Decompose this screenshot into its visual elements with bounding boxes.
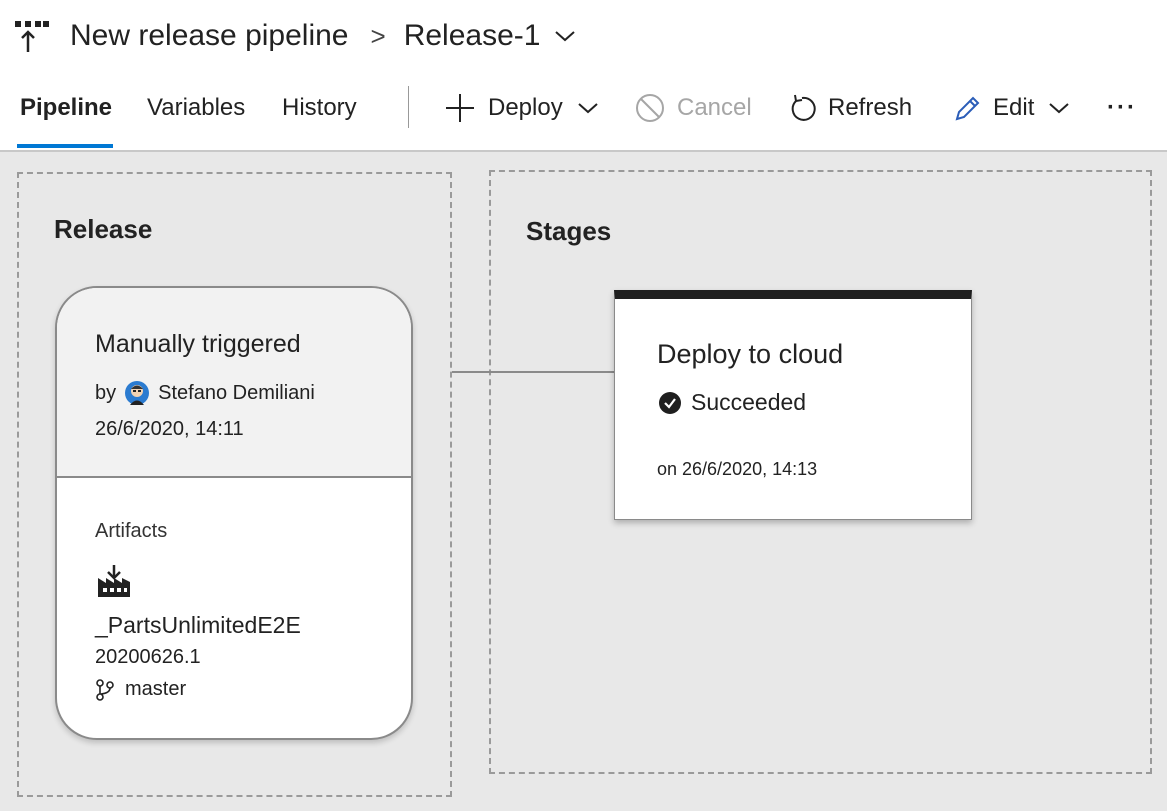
stages-section-title: Stages [526,216,612,246]
tab-variables[interactable]: Variables [147,94,245,122]
branch-name: master [125,678,187,700]
tab-pipeline[interactable]: Pipeline [20,94,112,122]
avatar [125,381,150,405]
refresh-icon [791,94,816,121]
edit-label: Edit [993,94,1035,121]
cancel-button[interactable]: Cancel [635,88,752,128]
refresh-button[interactable]: Refresh [788,88,912,128]
release-card[interactable]: Manually triggered by Stefano Demiliani … [55,286,413,740]
chevron-down-icon[interactable] [554,29,576,43]
pipeline-canvas: Release Stages Manually triggered by Ste… [0,150,1167,811]
cancel-label: Cancel [677,94,752,121]
artifact-branch: master [95,678,186,701]
status-label: Succeeded [691,389,807,415]
stage-card-deploy-to-cloud[interactable]: Deploy to cloud Succeeded on 26/6/2020, … [614,290,972,520]
chevron-down-icon [1049,103,1070,114]
check-circle-icon [659,391,681,414]
stage-name: Deploy to cloud [657,339,844,369]
more-icon: ··· [1107,94,1137,121]
more-options-button[interactable]: ··· [1107,88,1137,128]
user-name[interactable]: Stefano Demiliani [158,382,315,405]
artifact-name[interactable]: _PartsUnlimitedE2E [95,612,301,639]
tab-history[interactable]: History [282,94,357,122]
pipeline-connector [452,371,614,373]
release-pipeline-icon [15,21,49,52]
edit-button[interactable]: Edit [953,88,1070,128]
by-label: by [95,381,117,404]
deploy-label: Deploy [488,94,563,121]
release-trigger-panel: Manually triggered by Stefano Demiliani … [57,288,411,478]
toolbar-divider [408,86,409,128]
trigger-type: Manually triggered [95,330,301,358]
artifacts-label: Artifacts [95,520,168,542]
chevron-down-icon [578,103,598,114]
page-header: New release pipeline > Release-1 Pipelin… [0,0,1167,150]
release-timestamp: 26/6/2020, 14:11 [95,418,244,440]
stage-completed-time: on 26/6/2020, 14:13 [657,459,818,479]
toolbar: Pipeline Variables History Deploy Cancel [0,80,1167,150]
pipeline-name-link[interactable]: New release pipeline [70,19,349,53]
pencil-icon [955,96,980,121]
breadcrumb-separator: > [370,20,386,51]
breadcrumb: New release pipeline > Release-1 [14,10,576,62]
plus-icon [446,94,474,122]
active-tab-indicator [17,144,113,148]
build-artifact-icon [98,565,130,597]
stage-status: Succeeded [659,389,806,416]
release-name[interactable]: Release-1 [404,19,541,53]
deploy-button[interactable]: Deploy [444,88,599,128]
triggered-by: by Stefano Demiliani [95,380,315,406]
refresh-label: Refresh [828,94,913,121]
artifact-version: 20200626.1 [95,646,201,668]
release-section-title: Release [54,214,153,244]
git-branch-icon [96,678,114,701]
cancel-circle-icon [636,94,664,122]
